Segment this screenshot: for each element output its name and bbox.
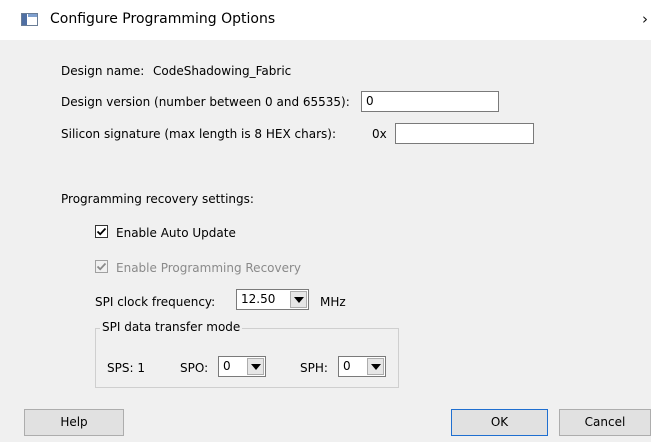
ok-button[interactable]: OK bbox=[451, 409, 548, 436]
help-button[interactable]: Help bbox=[24, 409, 124, 436]
enable-programming-recovery-label: Enable Programming Recovery bbox=[116, 261, 302, 275]
spi-clock-unit: MHz bbox=[320, 295, 346, 309]
spo-label: SPO: bbox=[180, 361, 209, 375]
spi-clock-frequency-value: 12.50 bbox=[241, 292, 276, 306]
cancel-button[interactable]: Cancel bbox=[559, 409, 651, 436]
dialog-window-icon bbox=[21, 13, 38, 26]
spo-dropdown[interactable]: 0 bbox=[218, 356, 266, 377]
chevron-down-icon[interactable] bbox=[290, 291, 307, 308]
spi-clock-frequency-dropdown[interactable]: 12.50 bbox=[236, 289, 309, 310]
sph-label: SPH: bbox=[300, 361, 328, 375]
design-version-label: Design version (number between 0 and 655… bbox=[61, 95, 350, 109]
configure-programming-options-dialog: Configure Programming Options › Design n… bbox=[0, 0, 651, 442]
spi-clock-frequency-label: SPI clock frequency: bbox=[95, 295, 216, 309]
silicon-signature-label: Silicon signature (max length is 8 HEX c… bbox=[61, 127, 336, 141]
spi-data-transfer-mode-legend: SPI data transfer mode bbox=[100, 320, 243, 334]
title-bar: Configure Programming Options › bbox=[0, 0, 651, 40]
silicon-signature-prefix: 0x bbox=[372, 127, 387, 141]
design-version-field[interactable]: 0 bbox=[361, 91, 499, 112]
recovery-settings-heading: Programming recovery settings: bbox=[61, 192, 254, 206]
checkmark-icon bbox=[96, 227, 107, 236]
sph-value: 0 bbox=[343, 359, 351, 373]
enable-auto-update-label: Enable Auto Update bbox=[116, 226, 236, 240]
design-name-value: CodeShadowing_Fabric bbox=[153, 64, 292, 78]
window-title: Configure Programming Options bbox=[50, 11, 276, 27]
chevron-down-icon[interactable] bbox=[247, 358, 264, 375]
close-icon[interactable]: › bbox=[642, 10, 648, 28]
design-name-label: Design name: bbox=[61, 64, 145, 78]
enable-auto-update-checkbox[interactable] bbox=[95, 225, 108, 238]
silicon-signature-field[interactable] bbox=[395, 123, 534, 144]
chevron-down-icon[interactable] bbox=[367, 358, 384, 375]
enable-programming-recovery-checkbox[interactable] bbox=[95, 260, 108, 273]
sps-label: SPS: 1 bbox=[107, 361, 145, 375]
spo-value: 0 bbox=[223, 359, 231, 373]
sph-dropdown[interactable]: 0 bbox=[338, 356, 386, 377]
checkmark-icon bbox=[96, 262, 107, 271]
